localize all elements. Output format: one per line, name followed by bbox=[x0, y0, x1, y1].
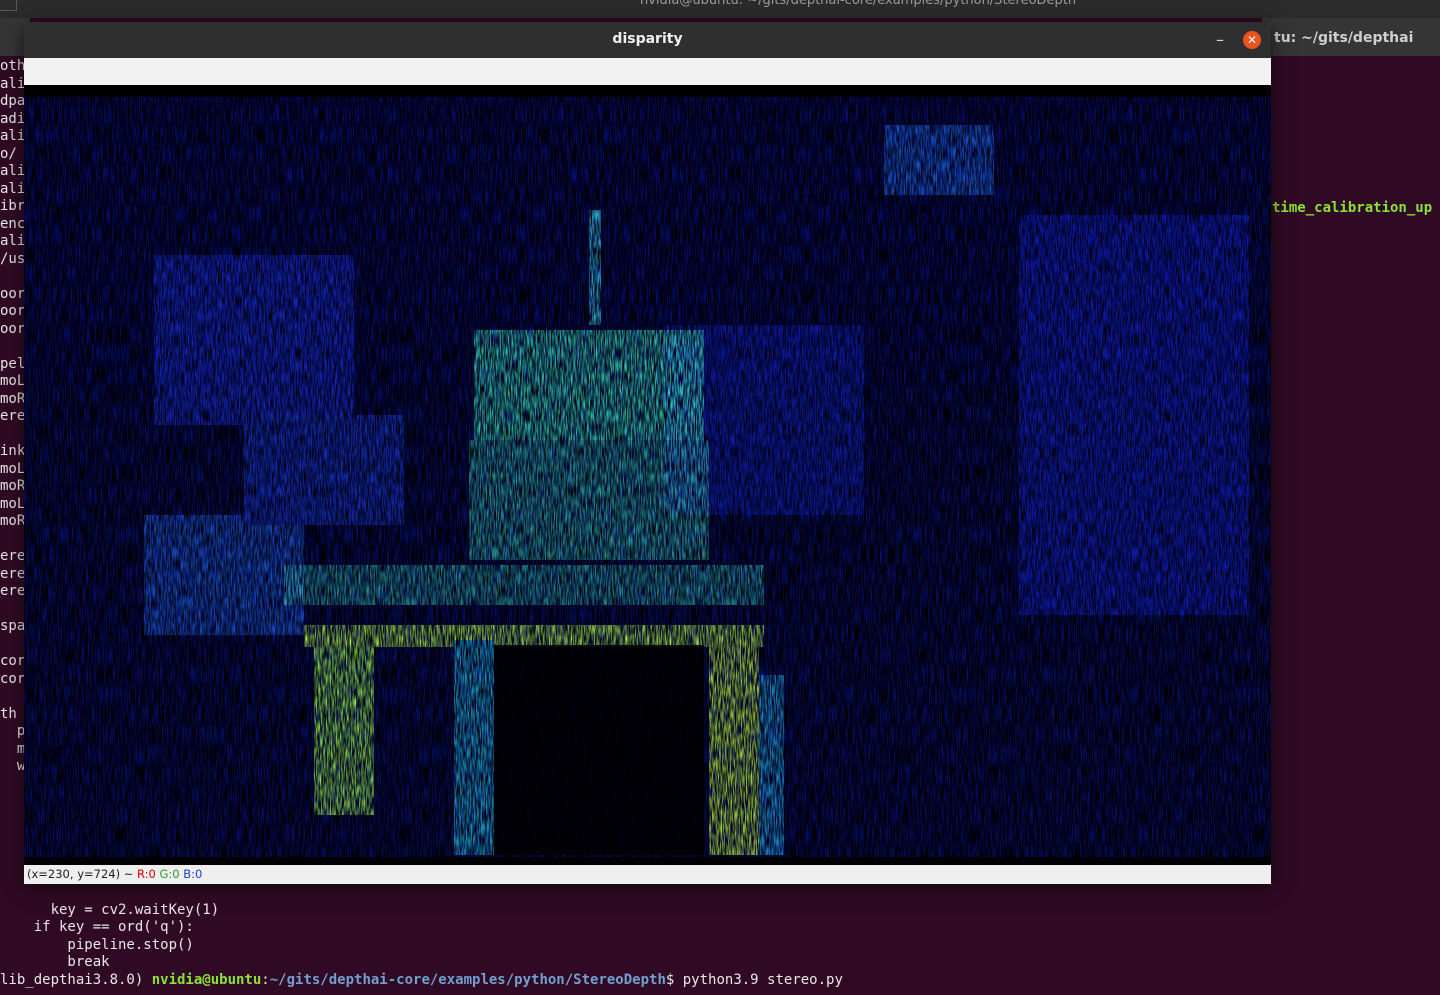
status-g: G:0 bbox=[159, 867, 180, 881]
terminal-title: nvidia@ubuntu: ~/gits/depthai-core/examp… bbox=[640, 0, 1077, 8]
terminal-left-text: othaalildpaadialilo/alilalilibrencalil/u… bbox=[0, 58, 24, 818]
terminal-line-fragment: ere bbox=[0, 583, 24, 599]
terminal-line-fragment bbox=[0, 426, 24, 444]
prompt-env: lib_depthai3.8.0) bbox=[0, 971, 152, 988]
terminal-line-fragment: moL bbox=[0, 495, 24, 512]
status-coords: (x=230, y=724) ~ bbox=[27, 867, 138, 881]
prompt-path: ~/gits/depthai-core/examples/python/Ster… bbox=[269, 971, 666, 988]
disparity-image[interactable] bbox=[24, 85, 1271, 865]
status-r: R:0 bbox=[137, 867, 156, 881]
minimize-button[interactable]: – bbox=[1210, 30, 1230, 50]
disparity-window[interactable]: disparity – ✕ (x=230, y=724) ~ R:0 G:0 B… bbox=[24, 22, 1271, 884]
terminal-line-fragment bbox=[0, 268, 24, 286]
terminal-line-fragment: cor bbox=[0, 653, 24, 669]
code-line: if key == ord('q'): bbox=[0, 919, 194, 935]
terminal-line-fragment: moL bbox=[0, 460, 24, 477]
terminal-line-fragment: moR bbox=[0, 478, 24, 494]
terminal-line-fragment: oor bbox=[0, 285, 24, 302]
terminal-line-fragment: m bbox=[0, 740, 24, 757]
terminal-line-fragment: alil bbox=[0, 163, 24, 179]
terminal-line-fragment: moR bbox=[0, 390, 24, 407]
terminal-line-fragment: ink bbox=[0, 443, 24, 459]
status-b: B:0 bbox=[183, 867, 203, 881]
terminal-line-fragment: dpa bbox=[0, 93, 24, 109]
terminal-line-fragment: o/ bbox=[0, 145, 17, 162]
terminal-line-fragment: alil bbox=[0, 75, 24, 92]
terminal-line-fragment: cor bbox=[0, 670, 24, 687]
terminal-line-fragment bbox=[0, 338, 24, 356]
window-titlebar[interactable]: disparity – ✕ bbox=[24, 22, 1271, 58]
terminal-line-fragment: ere bbox=[0, 548, 24, 564]
terminal-line-fragment: moR bbox=[0, 513, 24, 529]
prompt-line[interactable]: lib_depthai3.8.0) nvidia@ubuntu:~/gits/d… bbox=[0, 972, 843, 988]
terminal-line-fragment bbox=[0, 636, 24, 654]
terminal-line-fragment: w bbox=[0, 758, 24, 774]
terminal-line-fragment: oor bbox=[0, 303, 24, 319]
terminal-tab-depthai[interactable]: tu: ~/gits/depthai bbox=[1262, 18, 1440, 56]
terminal-line-fragment: pel bbox=[0, 355, 24, 372]
code-line: pipeline.stop() bbox=[0, 936, 194, 953]
terminal-line-fragment: p bbox=[0, 723, 24, 739]
prompt-dollar: $ bbox=[665, 971, 683, 988]
terminal-line-fragment bbox=[0, 688, 24, 706]
terminal-line-fragment bbox=[0, 601, 24, 619]
terminal-line-fragment: oor bbox=[0, 320, 24, 337]
disparity-map bbox=[24, 85, 1271, 865]
window-toolbar bbox=[24, 58, 1271, 85]
terminal-line-fragment: spa bbox=[0, 618, 24, 634]
terminal-line-fragment: alil bbox=[0, 180, 24, 197]
window-title: disparity bbox=[612, 31, 683, 47]
prompt-sep: : bbox=[261, 971, 270, 988]
terminal-line-fragment: moL bbox=[0, 373, 24, 389]
terminal-line-fragment: th bbox=[0, 705, 17, 722]
status-bar: (x=230, y=724) ~ R:0 G:0 B:0 bbox=[24, 865, 1271, 884]
terminal-line-fragment: enc bbox=[0, 215, 24, 232]
terminal-output: key = cv2.waitKey(1) if key == ord('q'):… bbox=[0, 884, 1440, 988]
close-button[interactable]: ✕ bbox=[1243, 31, 1261, 49]
close-icon: ✕ bbox=[1246, 33, 1258, 47]
code-line: key = cv2.waitKey(1) bbox=[16, 901, 220, 918]
terminal-top-bar: nvidia@ubuntu: ~/gits/depthai-core/examp… bbox=[0, 0, 1440, 18]
terminal-line-fragment: alil bbox=[0, 128, 24, 144]
terminal-line-fragment bbox=[0, 531, 24, 549]
terminal-right-text: time_calibration_up bbox=[1272, 200, 1433, 216]
prompt-command: python3.9 stereo.py bbox=[682, 971, 843, 988]
prompt-user: nvidia@ubuntu bbox=[151, 971, 262, 988]
code-line: break bbox=[0, 954, 110, 970]
terminal-line-fragment: otha bbox=[0, 58, 24, 74]
terminal-line-fragment: /us bbox=[0, 250, 24, 267]
occlusion-top bbox=[24, 85, 1271, 97]
terminal-line-fragment: ere bbox=[0, 408, 24, 424]
terminal-line-fragment: alil bbox=[0, 233, 24, 249]
terminal-corner bbox=[0, 0, 17, 11]
terminal-line-fragment: ibr bbox=[0, 198, 24, 214]
terminal-line-fragment: ere bbox=[0, 565, 24, 582]
occlusion-area bbox=[494, 645, 704, 855]
occlusion-bottom bbox=[24, 857, 1271, 865]
terminal-line-fragment: adi bbox=[0, 110, 24, 127]
